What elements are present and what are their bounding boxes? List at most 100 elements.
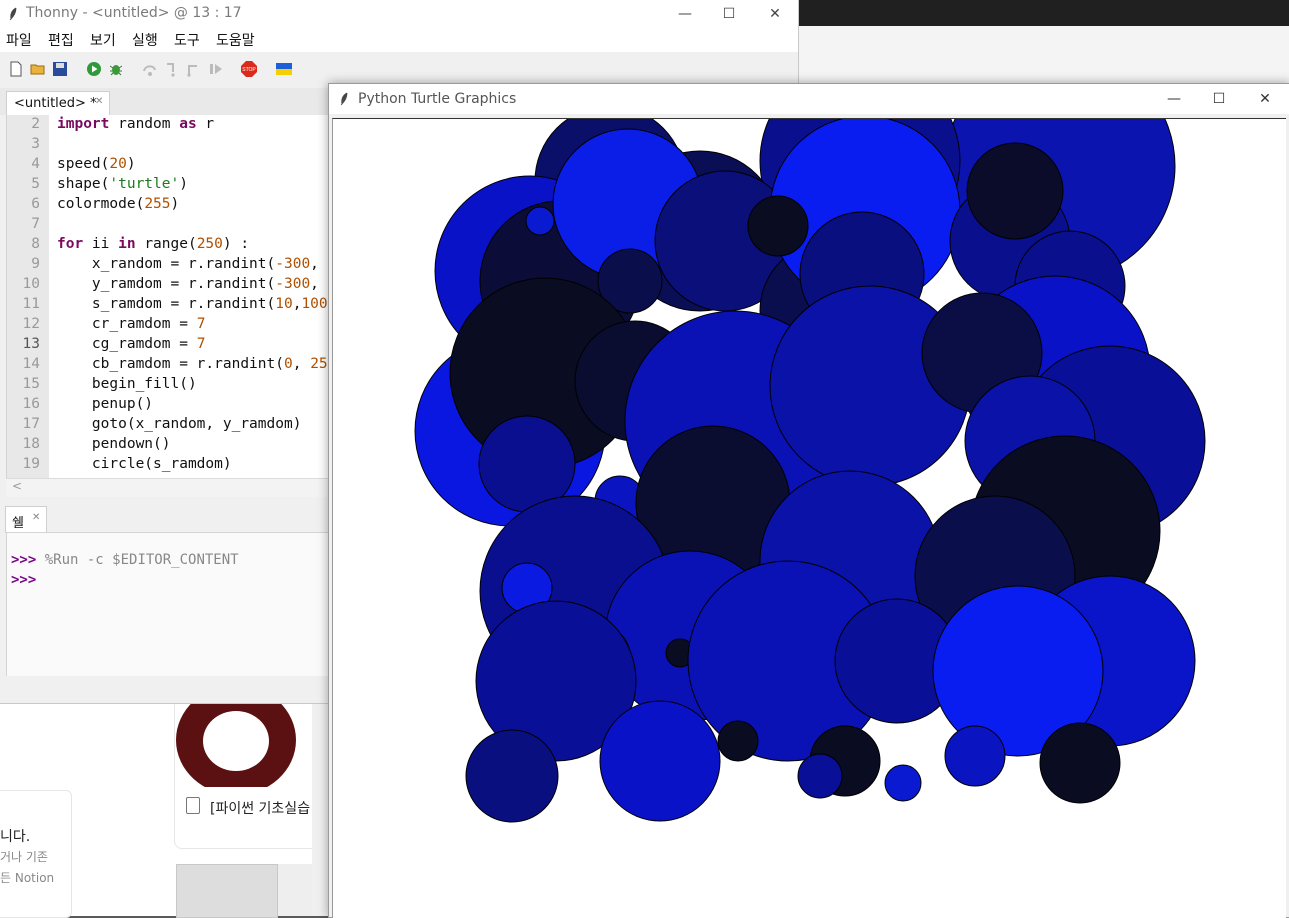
- shell-prompt: >>>: [11, 552, 37, 568]
- turtle-drawing: [414, 119, 1206, 823]
- line-number: 5: [31, 176, 40, 192]
- code-text: x_random = r.randint(-300,: [57, 256, 319, 272]
- background-thumbnail[interactable]: [176, 864, 278, 918]
- menu-run[interactable]: 실행: [132, 30, 158, 50]
- code-text: y_ramdom = r.randint(-300,: [57, 276, 319, 292]
- line-number: 19: [22, 456, 40, 472]
- line-number: 17: [22, 416, 40, 432]
- background-top-bar: [798, 0, 1289, 26]
- line-number: 3: [31, 136, 40, 152]
- menu-view[interactable]: 보기: [90, 30, 116, 50]
- turtle-circle: [884, 764, 922, 802]
- background-text: 거나 기존: [0, 850, 48, 864]
- close-icon[interactable]: ✕: [32, 512, 40, 523]
- shell-tab-strip: [0, 504, 330, 532]
- step-out-icon[interactable]: [186, 61, 202, 77]
- line-number: 2: [31, 116, 40, 132]
- line-number: 6: [31, 196, 40, 212]
- code-text: begin_fill(): [57, 376, 197, 392]
- editor-tab-label: <untitled> *: [14, 96, 97, 111]
- resume-icon[interactable]: [208, 61, 224, 77]
- close-button[interactable]: ✕: [752, 0, 798, 28]
- stop-icon[interactable]: STOP: [241, 61, 257, 77]
- menu-edit[interactable]: 편집: [48, 30, 74, 50]
- background-card-title[interactable]: [파이썬 기초실습: [210, 798, 310, 818]
- line-number: 14: [22, 356, 40, 372]
- code-text: for ii in range(250) :: [57, 236, 250, 252]
- horizontal-scrollbar[interactable]: <: [6, 478, 330, 497]
- minimize-button[interactable]: —: [1151, 84, 1197, 114]
- debug-icon[interactable]: [108, 61, 124, 77]
- code-text: shape('turtle'): [57, 176, 188, 192]
- turtle-canvas[interactable]: [332, 118, 1286, 918]
- new-file-icon[interactable]: [8, 61, 24, 77]
- feather-icon: [9, 7, 17, 21]
- code-text: cr_ramdom = 7: [57, 316, 206, 332]
- line-number: 16: [22, 396, 40, 412]
- turtle-circle: [465, 729, 559, 823]
- open-folder-icon[interactable]: [30, 61, 46, 77]
- code-text: s_ramdom = r.randint(10,100: [57, 296, 328, 312]
- step-into-icon[interactable]: [164, 61, 180, 77]
- shell-line: >>> %Run -c $EDITOR_CONTENT: [11, 552, 239, 568]
- close-button[interactable]: ✕: [1242, 84, 1288, 114]
- shell-command: %Run -c $EDITOR_CONTENT: [36, 552, 239, 568]
- line-number: 10: [22, 276, 40, 292]
- code-text: circle(s_ramdom): [57, 456, 232, 472]
- background-text: 니다.: [0, 829, 31, 845]
- line-number: 11: [22, 296, 40, 312]
- menu-tools[interactable]: 도구: [174, 30, 200, 50]
- turtle-window: Python Turtle Graphics — ☐ ✕: [328, 83, 1289, 918]
- shell-console[interactable]: >>> %Run -c $EDITOR_CONTENT >>>: [6, 532, 331, 676]
- step-over-icon[interactable]: [142, 61, 158, 77]
- line-number: 7: [31, 216, 40, 232]
- background-text: 든 Notion: [0, 871, 55, 885]
- menu-file[interactable]: 파일: [6, 30, 32, 50]
- thonny-titlebar[interactable]: Thonny - <untitled> @ 13 : 17 — ☐ ✕: [0, 0, 798, 28]
- document-icon: [186, 797, 200, 814]
- save-icon[interactable]: [52, 61, 68, 77]
- shell-tab-label: 쉘: [12, 516, 24, 531]
- close-icon[interactable]: ✕: [95, 96, 103, 107]
- line-number: 12: [22, 316, 40, 332]
- shell-line: >>>: [11, 572, 36, 588]
- maximize-button[interactable]: ☐: [1196, 84, 1242, 114]
- turtle-circle: [717, 720, 759, 762]
- editor-tab[interactable]: <untitled> * ✕: [6, 91, 110, 116]
- code-text: speed(20): [57, 156, 136, 172]
- code-editor[interactable]: 2 import random as r 3 4 speed(20) 5 shape('tu…: [6, 115, 331, 478]
- turtle-circle: [525, 206, 555, 236]
- line-number: 15: [22, 376, 40, 392]
- svg-text:STOP: STOP: [242, 67, 256, 73]
- code-text: goto(x_random, y_ramdom): [57, 416, 302, 432]
- turtle-circle: [797, 753, 843, 799]
- scroll-left-icon[interactable]: <: [12, 479, 22, 493]
- line-number: 18: [22, 436, 40, 452]
- code-text: penup(): [57, 396, 154, 412]
- background-card-image: [176, 697, 296, 787]
- code-text: cg_ramdom = 7: [57, 336, 206, 352]
- minimize-button[interactable]: —: [662, 0, 708, 28]
- code-text: pendown(): [57, 436, 171, 452]
- shell-tab[interactable]: 쉘 ✕: [5, 506, 47, 533]
- maximize-button[interactable]: ☐: [706, 0, 752, 28]
- line-number: 4: [31, 156, 40, 172]
- run-icon[interactable]: [86, 61, 102, 77]
- turtle-circle: [599, 700, 721, 822]
- turtle-circle: [944, 725, 1006, 787]
- line-number: 13: [22, 336, 40, 352]
- line-number: 9: [31, 256, 40, 272]
- turtle-titlebar[interactable]: Python Turtle Graphics — ☐ ✕: [329, 84, 1289, 114]
- code-text: colormode(255): [57, 196, 180, 212]
- shell-prompt: >>>: [11, 572, 37, 588]
- window-title: Thonny - <untitled> @ 13 : 17: [26, 5, 242, 21]
- turtle-circle: [747, 195, 809, 257]
- turtle-circle: [966, 142, 1064, 240]
- menu-help[interactable]: 도움말: [216, 30, 255, 50]
- code-text: import random as r: [57, 116, 215, 132]
- line-number: 8: [31, 236, 40, 252]
- menu-bar: [0, 28, 798, 52]
- feather-icon: [340, 92, 348, 106]
- ukraine-flag-icon[interactable]: [276, 61, 292, 77]
- code-text: cb_ramdom = r.randint(0, 25: [57, 356, 328, 372]
